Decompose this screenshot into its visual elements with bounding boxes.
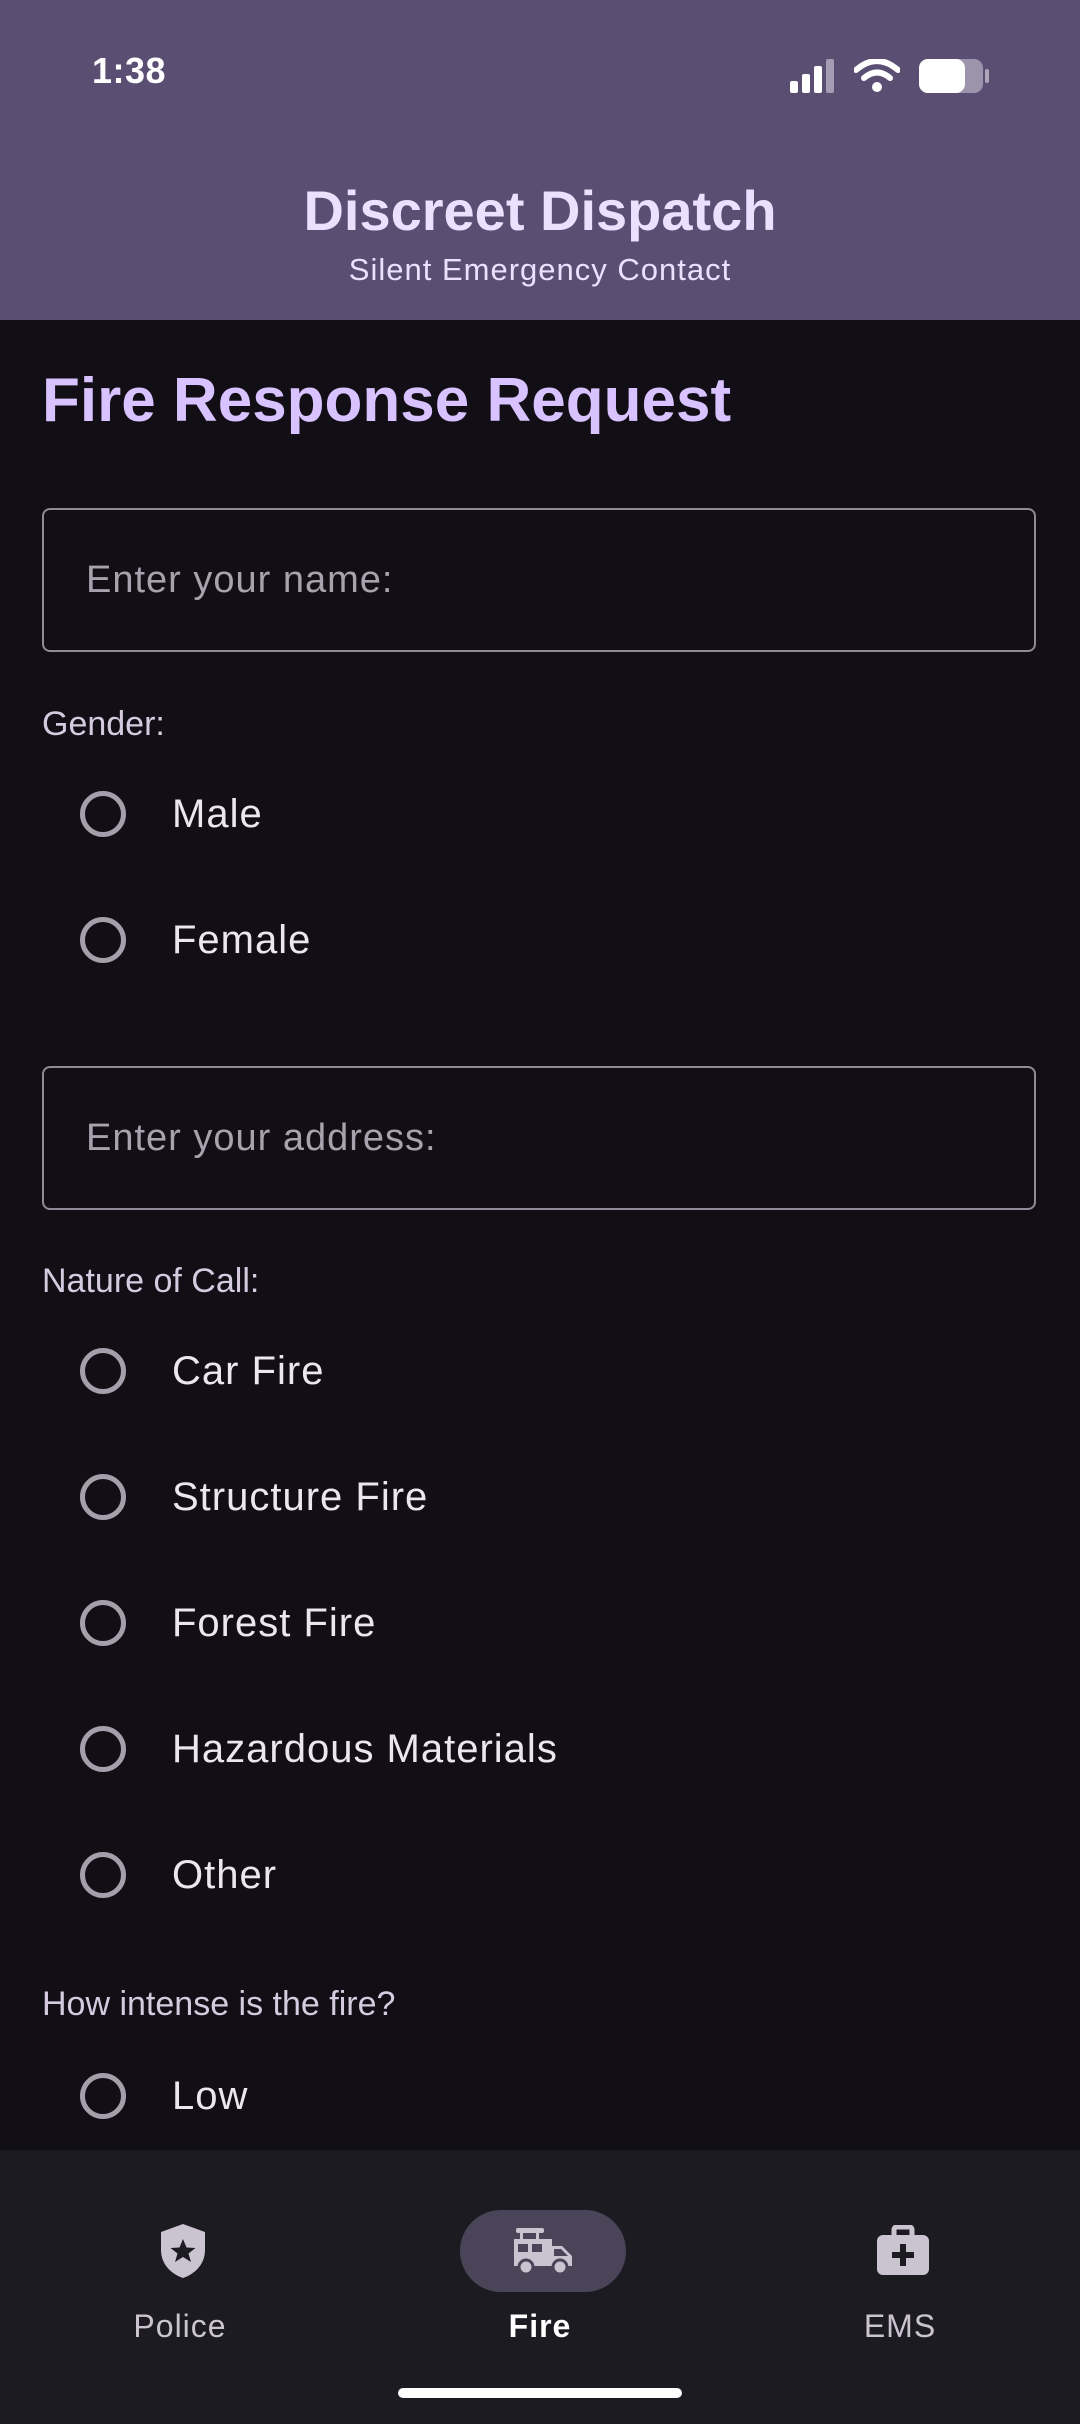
- nature-of-call-label: Nature of Call:: [42, 1262, 260, 1300]
- medical-kit-icon: [877, 2225, 929, 2275]
- status-icons: [790, 56, 990, 96]
- app-header: 1:38 Discreet Dispatch Silent Emergency …: [0, 0, 1080, 320]
- nature-option-other[interactable]: Other: [42, 1820, 1036, 1930]
- nav-indicator: [100, 2210, 266, 2292]
- radio-button-icon[interactable]: [80, 1474, 126, 1520]
- app-screen: 1:38 Discreet Dispatch Silent Emergency …: [0, 0, 1080, 2424]
- radio-label: Forest Fire: [172, 1600, 377, 1645]
- page-title: Fire Response Request: [42, 366, 732, 435]
- gender-option-female[interactable]: Female: [42, 885, 1036, 995]
- name-field-placeholder: Enter your name:: [86, 558, 394, 601]
- nav-label-fire: Fire: [508, 2308, 572, 2344]
- status-time: 1:38: [92, 50, 167, 91]
- radio-label: Structure Fire: [172, 1474, 429, 1519]
- nav-indicator: [820, 2210, 986, 2292]
- nav-item-police[interactable]: Police: [0, 2180, 360, 2350]
- radio-button-icon[interactable]: [80, 2073, 126, 2119]
- radio-label: Female: [172, 917, 312, 962]
- radio-label: Other: [172, 1852, 278, 1897]
- radio-button-icon[interactable]: [80, 1726, 126, 1772]
- nature-option-forest-fire[interactable]: Forest Fire: [42, 1568, 1036, 1678]
- radio-label: Low: [172, 2073, 249, 2118]
- nav-label-ems: EMS: [863, 2308, 937, 2344]
- address-field-placeholder: Enter your address:: [86, 1116, 437, 1159]
- gender-option-male[interactable]: Male: [42, 759, 1036, 869]
- radio-button-icon[interactable]: [80, 1348, 126, 1394]
- radio-label: Car Fire: [172, 1348, 325, 1393]
- nature-option-hazardous-materials[interactable]: Hazardous Materials: [42, 1694, 1036, 1804]
- radio-button-icon[interactable]: [80, 1852, 126, 1898]
- gender-label: Gender:: [42, 705, 165, 743]
- fire-truck-icon: [514, 2228, 572, 2276]
- radio-button-icon[interactable]: [80, 917, 126, 963]
- nature-option-structure-fire[interactable]: Structure Fire: [42, 1442, 1036, 1552]
- nav-item-ems[interactable]: EMS: [720, 2180, 1080, 2350]
- radio-label: Hazardous Materials: [172, 1726, 558, 1771]
- nature-option-car-fire[interactable]: Car Fire: [42, 1316, 1036, 1426]
- intensity-option-low[interactable]: Low: [42, 2041, 1036, 2151]
- radio-label: Male: [172, 791, 263, 836]
- police-shield-icon: [161, 2224, 205, 2278]
- radio-button-icon[interactable]: [80, 1600, 126, 1646]
- cellular-signal-icon: [790, 59, 834, 93]
- battery-icon: [919, 59, 989, 93]
- name-field[interactable]: Enter your name:: [42, 508, 1036, 652]
- radio-button-icon[interactable]: [80, 791, 126, 837]
- nav-indicator-active: [460, 2210, 626, 2292]
- address-field[interactable]: Enter your address:: [42, 1066, 1036, 1210]
- fire-intensity-label: How intense is the fire?: [42, 1985, 396, 2023]
- home-indicator[interactable]: [398, 2388, 682, 2398]
- app-subtitle: Silent Emergency Contact: [348, 252, 732, 287]
- nav-label-police: Police: [133, 2308, 227, 2344]
- nav-item-fire[interactable]: Fire: [360, 2180, 720, 2350]
- app-title: Discreet Dispatch: [303, 179, 777, 242]
- bottom-navigation-bar: Police Fire EMS: [0, 2150, 1080, 2424]
- wifi-icon: [854, 59, 900, 92]
